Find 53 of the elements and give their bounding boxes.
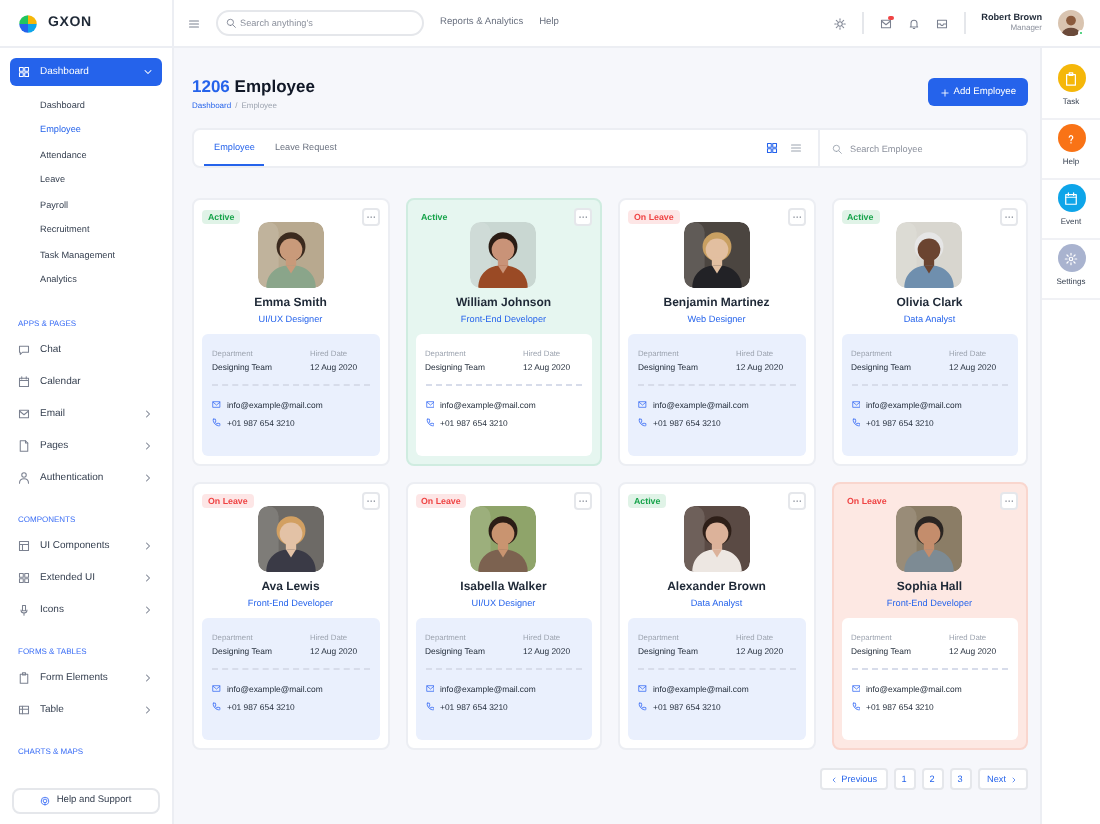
menu-icon xyxy=(188,17,200,29)
search-icon xyxy=(226,18,236,28)
grid-icon xyxy=(18,572,30,584)
clipboard-icon xyxy=(18,672,30,684)
more-button[interactable] xyxy=(1000,492,1018,510)
mail-icon xyxy=(212,684,221,694)
mail-icon xyxy=(638,684,647,694)
inbox-icon xyxy=(935,17,948,29)
bell-icon xyxy=(907,17,920,29)
phone-icon xyxy=(212,418,221,428)
question-icon xyxy=(1064,131,1078,145)
chat-icon xyxy=(18,344,30,356)
phone-icon xyxy=(851,418,860,428)
mic-icon xyxy=(18,604,30,616)
more-button[interactable] xyxy=(574,208,592,226)
phone-icon xyxy=(425,702,434,712)
mail-icon xyxy=(18,408,30,420)
phone-icon xyxy=(212,702,221,712)
phone-icon xyxy=(638,418,647,428)
calendar-icon xyxy=(1064,191,1078,205)
more-button[interactable] xyxy=(361,208,379,226)
user-icon xyxy=(18,472,30,484)
mail-icon xyxy=(638,400,647,410)
mail-icon xyxy=(425,684,434,694)
gear-icon xyxy=(1064,251,1078,265)
mail-icon xyxy=(851,400,860,410)
more-button[interactable] xyxy=(574,492,592,510)
more-button[interactable] xyxy=(361,492,379,510)
table-icon xyxy=(18,704,30,716)
phone-icon xyxy=(638,702,647,712)
lifebuoy-icon xyxy=(40,796,51,806)
mail-icon xyxy=(851,684,860,694)
more-button[interactable] xyxy=(787,208,805,226)
mail-icon xyxy=(425,400,434,410)
avatar-icon[interactable] xyxy=(1058,10,1084,36)
calendar-icon xyxy=(18,376,30,388)
mail-icon xyxy=(212,400,221,410)
phone-icon xyxy=(425,418,434,428)
clipboard-icon xyxy=(1064,71,1078,85)
list-icon xyxy=(790,142,802,154)
logo-icon xyxy=(18,13,38,33)
more-button[interactable] xyxy=(1000,208,1018,226)
page-title: 1206 Employee xyxy=(192,75,315,95)
page-icon xyxy=(18,440,30,452)
layout-icon xyxy=(18,540,30,552)
phone-icon xyxy=(851,702,860,712)
mail-icon xyxy=(879,17,892,29)
grid-icon xyxy=(766,142,778,154)
search-icon xyxy=(832,143,842,153)
grid-icon xyxy=(18,66,30,78)
sun-icon xyxy=(833,17,846,29)
plus-icon xyxy=(939,87,950,97)
more-button[interactable] xyxy=(787,492,805,510)
